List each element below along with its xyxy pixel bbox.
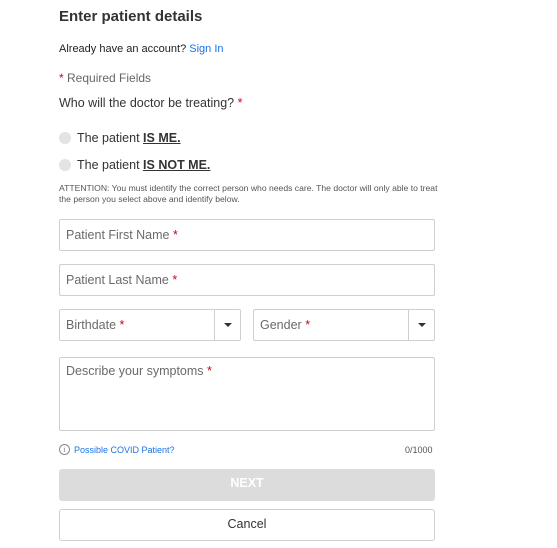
- cancel-button[interactable]: Cancel: [59, 509, 435, 541]
- page-title: Enter patient details: [59, 8, 203, 25]
- required-asterisk: *: [59, 71, 64, 85]
- covid-patient-label[interactable]: Possible COVID Patient?: [74, 445, 175, 455]
- symptoms-char-counter: 0/1000: [405, 445, 433, 455]
- birthdate-label-wrap: Birthdate *: [60, 310, 214, 340]
- birthdate-dropdown-button[interactable]: [214, 310, 240, 340]
- radio-patient-is-me[interactable]: The patient IS ME.: [59, 131, 181, 145]
- treating-question-text: Who will the doctor be treating?: [59, 96, 235, 110]
- required-asterisk: *: [237, 96, 243, 110]
- gender-select[interactable]: Gender *: [253, 309, 435, 341]
- required-asterisk: *: [119, 318, 125, 332]
- radio-patient-is-not-me[interactable]: The patient IS NOT ME.: [59, 158, 210, 172]
- symptoms-textarea[interactable]: Describe your symptoms *: [59, 357, 435, 431]
- gender-placeholder: Gender: [260, 318, 302, 332]
- radio-circle-icon[interactable]: [59, 132, 71, 144]
- birthdate-select[interactable]: Birthdate *: [59, 309, 241, 341]
- account-prompt-text: Already have an account?: [59, 43, 187, 55]
- sign-in-link[interactable]: Sign In: [189, 43, 223, 55]
- required-asterisk: *: [173, 228, 178, 242]
- info-icon: i: [59, 444, 70, 455]
- radio-label-prefix: The patient: [77, 158, 140, 172]
- radio-label-emphasis: IS ME.: [143, 131, 181, 145]
- required-asterisk: *: [172, 273, 178, 287]
- birthdate-placeholder: Birthdate: [66, 318, 117, 332]
- required-fields-note: * Required Fields: [59, 71, 151, 85]
- gender-dropdown-button[interactable]: [408, 310, 434, 340]
- symptoms-placeholder: Describe your symptoms: [66, 364, 204, 378]
- radio-circle-icon[interactable]: [59, 159, 71, 171]
- attention-note: ATTENTION: You must identify the correct…: [59, 183, 438, 204]
- covid-patient-link[interactable]: i Possible COVID Patient?: [59, 444, 175, 455]
- radio-label-emphasis: IS NOT ME.: [143, 158, 211, 172]
- treating-question: Who will the doctor be treating? *: [59, 96, 242, 110]
- account-prompt: Already have an account? Sign In: [59, 43, 224, 55]
- radio-label-prefix: The patient: [77, 131, 140, 145]
- required-asterisk: *: [305, 318, 311, 332]
- required-fields-label: Required Fields: [67, 71, 152, 85]
- chevron-down-icon: [417, 323, 426, 327]
- last-name-field[interactable]: Patient Last Name *: [59, 264, 435, 296]
- gender-label-wrap: Gender *: [254, 310, 408, 340]
- first-name-placeholder: Patient First Name: [66, 228, 170, 242]
- next-button[interactable]: NEXT: [59, 469, 435, 501]
- required-asterisk: *: [207, 364, 212, 378]
- chevron-down-icon: [223, 323, 232, 327]
- last-name-placeholder: Patient Last Name: [66, 273, 169, 287]
- first-name-field[interactable]: Patient First Name *: [59, 219, 435, 251]
